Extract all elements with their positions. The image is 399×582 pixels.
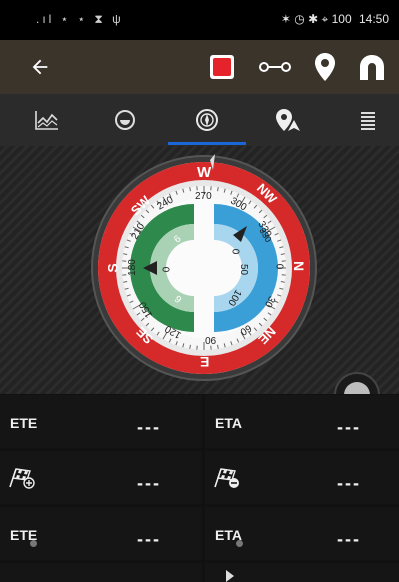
degree-270: 270	[195, 191, 212, 202]
eta-dest-cell[interactable]: ETA ---	[205, 507, 399, 560]
compass-icon	[196, 109, 218, 131]
navigation-pin-icon	[276, 109, 300, 131]
status-right-area: ✶ ◷ ✱ ⌖ 100 14:50	[281, 12, 389, 27]
status-left-icons: .ıl ⋆ ⋆ ⧗ ψ	[36, 12, 124, 26]
status-bar: .ıl ⋆ ⋆ ⧗ ψ ✶ ◷ ✱ ⌖ 100 14:50	[0, 0, 399, 40]
location-pin-button[interactable]	[308, 40, 342, 94]
tab-gauge[interactable]	[85, 94, 165, 146]
route-icon	[259, 62, 291, 72]
waypoint-remove-value: ---	[337, 473, 361, 493]
tab-chart[interactable]	[7, 94, 87, 146]
arrow-left-icon	[32, 59, 48, 75]
eta-label: ETA	[215, 415, 242, 431]
waypoint-add-cell[interactable]: ---	[0, 451, 202, 504]
list-icon	[361, 112, 375, 130]
degree-180: 180	[126, 259, 138, 276]
data-grid: ETE --- ETA --- --- --- ETE --- ETA ---	[0, 394, 399, 582]
chart-icon	[35, 111, 58, 130]
ete-dest-cell[interactable]: ETE ---	[0, 507, 202, 560]
subscript-dot-icon	[30, 540, 37, 547]
next-row-left[interactable]	[0, 563, 202, 582]
gauge-icon	[115, 110, 135, 130]
waypoint-add-value: ---	[137, 473, 161, 493]
checkered-flag-plus-icon	[9, 468, 35, 489]
record-button[interactable]	[205, 40, 239, 94]
record-icon	[210, 55, 234, 79]
inner-right-0: 0	[229, 248, 241, 255]
subscript-dot-icon	[236, 540, 243, 547]
location-pin-icon	[315, 53, 335, 81]
inner-left-0: 0	[161, 266, 173, 273]
tab-navigation[interactable]	[248, 94, 328, 146]
ete-dest-value: ---	[137, 529, 161, 549]
magnet-icon	[360, 55, 384, 80]
inner-right-50: 50	[238, 263, 250, 276]
cardinal-s: S	[104, 263, 121, 273]
play-icon	[226, 570, 234, 582]
status-time: 14:50	[358, 12, 389, 26]
route-button[interactable]	[252, 40, 298, 94]
checkered-flag-minus-icon	[214, 468, 239, 488]
cardinal-n: N	[291, 260, 308, 272]
ete-cell[interactable]: ETE ---	[0, 395, 202, 448]
next-row-right[interactable]	[205, 563, 399, 582]
eta-value: ---	[337, 417, 361, 437]
eta-cell[interactable]: ETA ---	[205, 395, 399, 448]
waypoint-remove-cell[interactable]: ---	[205, 451, 399, 504]
top-toolbar	[0, 40, 399, 94]
tab-list[interactable]	[328, 94, 399, 146]
magnet-button[interactable]	[354, 40, 390, 94]
active-tab-indicator	[168, 142, 246, 145]
degree-0: 0	[273, 263, 285, 270]
cardinal-w: W	[197, 164, 212, 181]
status-right-icons: ✶ ◷ ✱ ⌖ 100	[280, 12, 352, 26]
tab-compass[interactable]	[167, 94, 247, 146]
cardinal-e: E	[200, 354, 210, 370]
back-button[interactable]	[20, 40, 60, 94]
eta-dest-value: ---	[337, 529, 361, 549]
degree-90: 90	[205, 334, 217, 345]
compass-panel: W NW N NE E SE S SW 270 300 330 0 30 60 …	[0, 146, 399, 418]
ete-label: ETE	[10, 415, 38, 431]
tab-bar	[0, 94, 399, 146]
ete-value: ---	[137, 417, 161, 437]
